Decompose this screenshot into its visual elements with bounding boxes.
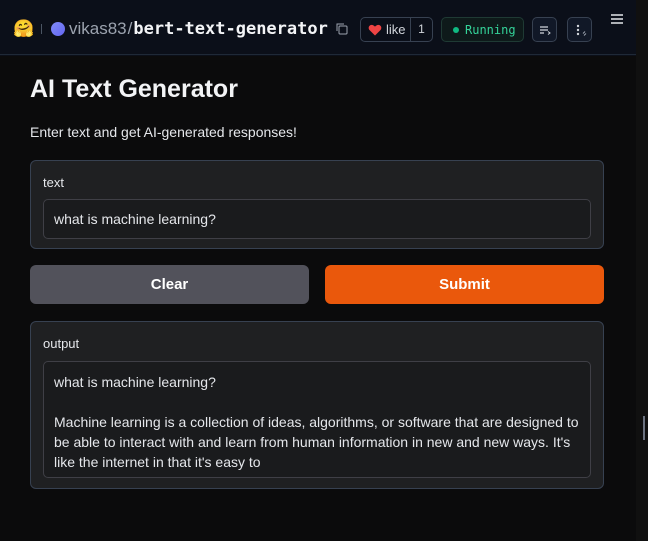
output-line: be able to interact with and learn from … xyxy=(54,434,571,450)
header-divider xyxy=(41,24,42,34)
text-input-block: text what is machine learning? xyxy=(30,160,604,249)
hamburger-menu-icon[interactable] xyxy=(610,13,624,25)
owner-avatar[interactable] xyxy=(51,22,65,36)
status-label: Running xyxy=(465,22,516,37)
more-options-button[interactable] xyxy=(567,17,592,42)
output-line-blank xyxy=(54,392,580,412)
copy-icon[interactable] xyxy=(336,23,348,35)
resize-handle[interactable] xyxy=(643,416,645,440)
page-description: Enter text and get AI-generated response… xyxy=(30,124,297,140)
settings-lines-icon xyxy=(539,25,551,35)
output-label: output xyxy=(43,336,80,351)
more-vertical-icon xyxy=(576,24,586,36)
heart-icon xyxy=(368,24,382,35)
running-status-badge[interactable]: Running xyxy=(441,17,524,42)
clear-button[interactable]: Clear xyxy=(30,265,309,304)
status-dot-icon xyxy=(453,26,459,33)
repo-name-link[interactable]: bert-text-generator xyxy=(133,19,327,39)
output-line: what is machine learning? xyxy=(54,374,216,390)
space-header: 🤗 vikas83/bert-text-generator like 1 Run… xyxy=(0,0,636,55)
output-line: like the internet in that it's easy to xyxy=(54,454,261,470)
output-line: Machine learning is a collection of idea… xyxy=(54,414,579,430)
like-button[interactable]: like 1 xyxy=(360,17,433,42)
page-scrollbar-track[interactable] xyxy=(636,0,648,541)
huggingface-logo-icon[interactable]: 🤗 xyxy=(13,19,35,39)
output-block: output what is machine learning? Machine… xyxy=(30,321,604,489)
repo-breadcrumb: vikas83/bert-text-generator xyxy=(69,18,328,40)
output-textbox[interactable]: what is machine learning? Machine learni… xyxy=(43,361,591,478)
page-title: AI Text Generator xyxy=(30,75,238,103)
gradio-app: AI Text Generator Enter text and get AI-… xyxy=(0,56,636,541)
like-count[interactable]: 1 xyxy=(410,18,432,41)
text-input[interactable]: what is machine learning? xyxy=(43,199,591,239)
repo-separator: / xyxy=(127,19,133,38)
settings-button[interactable] xyxy=(532,17,557,42)
text-input-label: text xyxy=(43,175,64,190)
repo-owner-link[interactable]: vikas83 xyxy=(69,19,127,38)
like-label: like xyxy=(386,22,406,37)
submit-button[interactable]: Submit xyxy=(325,265,604,304)
